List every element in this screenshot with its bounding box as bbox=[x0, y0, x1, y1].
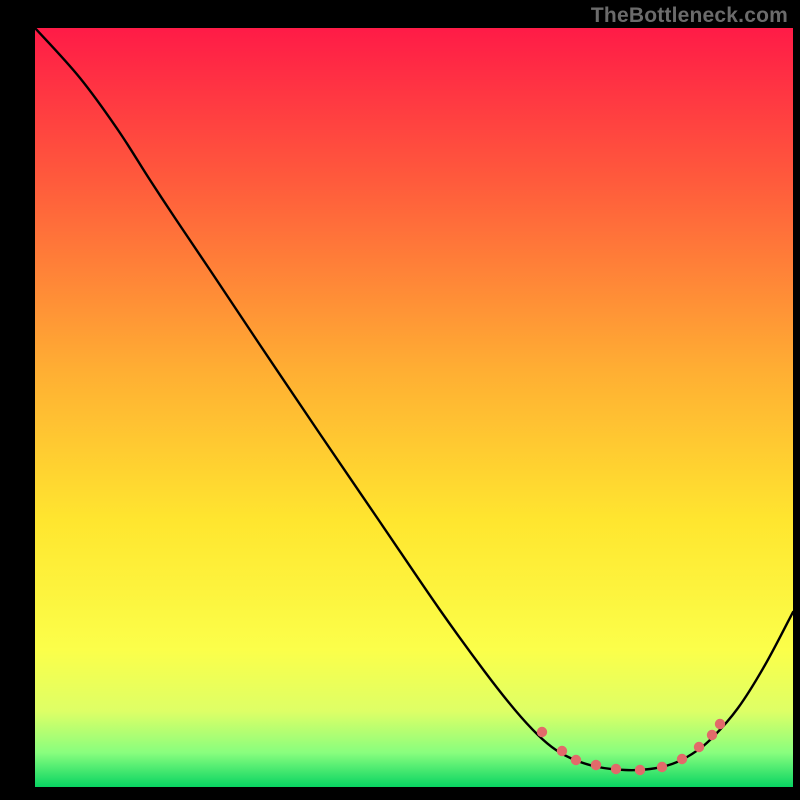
curve-marker bbox=[707, 730, 717, 740]
curve-marker bbox=[635, 765, 645, 775]
curve-marker bbox=[657, 762, 667, 772]
curve-marker bbox=[591, 760, 601, 770]
curve-marker bbox=[715, 719, 725, 729]
curve-marker bbox=[694, 742, 704, 752]
curve-marker bbox=[611, 764, 621, 774]
bottleneck-chart bbox=[0, 0, 800, 800]
chart-frame: { "watermark": "TheBottleneck.com", "cha… bbox=[0, 0, 800, 800]
curve-marker bbox=[677, 754, 687, 764]
curve-marker bbox=[557, 746, 567, 756]
curve-marker bbox=[537, 727, 547, 737]
gradient-background bbox=[35, 28, 793, 787]
curve-marker bbox=[571, 755, 581, 765]
